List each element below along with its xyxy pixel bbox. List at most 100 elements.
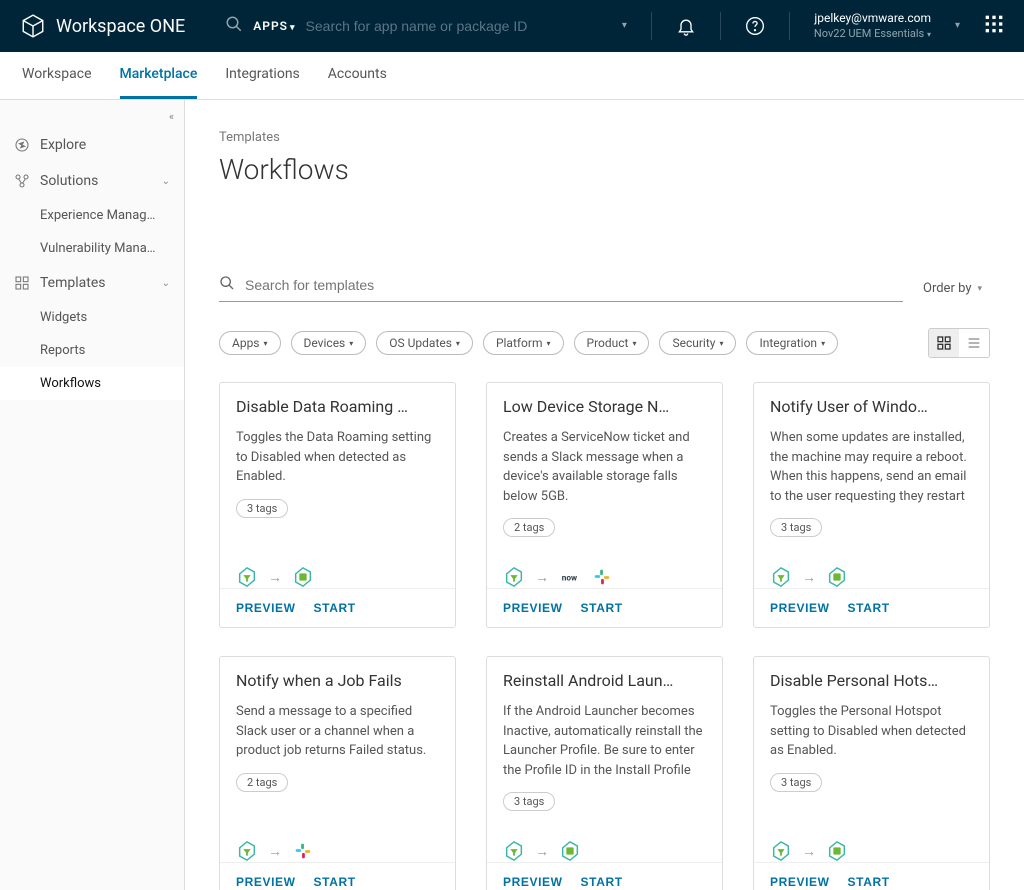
- filter-os-updates[interactable]: OS Updates▾: [376, 331, 473, 355]
- preview-button[interactable]: PREVIEW: [503, 875, 563, 889]
- preview-button[interactable]: PREVIEW: [770, 601, 830, 615]
- preview-button[interactable]: PREVIEW: [236, 601, 296, 615]
- filter-devices[interactable]: Devices▾: [291, 331, 367, 355]
- card-title: Disable Personal Hots…: [770, 671, 973, 690]
- tag-count[interactable]: 3 tags: [770, 773, 822, 792]
- preview-button[interactable]: PREVIEW: [503, 601, 563, 615]
- hexagon-action-icon: [559, 840, 581, 862]
- start-button[interactable]: START: [314, 601, 356, 615]
- preview-button[interactable]: PREVIEW: [236, 875, 296, 889]
- filter-security[interactable]: Security▾: [659, 331, 736, 355]
- grid-view-button[interactable]: [929, 329, 959, 357]
- page-title: Workflows: [219, 153, 990, 186]
- sidebar-item-reports[interactable]: Reports: [0, 334, 184, 367]
- sidebar-section-solutions[interactable]: Solutions⌄: [0, 163, 184, 199]
- hexagon-filter-icon: [503, 566, 525, 588]
- hexagon-filter-icon: [236, 566, 258, 588]
- user-menu[interactable]: jpelkey@vmware.com Nov22 UEM Essentials …: [814, 11, 931, 41]
- start-button[interactable]: START: [314, 875, 356, 889]
- sidebar-section-explore[interactable]: Explore: [0, 127, 184, 163]
- logo[interactable]: Workspace ONE: [20, 13, 185, 39]
- nav-tabs: Workspace Marketplace Integrations Accounts: [0, 52, 1024, 100]
- apps-grid-icon[interactable]: [984, 14, 1004, 38]
- topbar-right: ▾ jpelkey@vmware.com Nov22 UEM Essential…: [622, 11, 1004, 41]
- hexagon-filter-icon: [236, 840, 258, 862]
- preview-button[interactable]: PREVIEW: [770, 875, 830, 889]
- nav-tab-integrations[interactable]: Integrations: [225, 52, 299, 99]
- topbar: Workspace ONE APPS▾ ▾ jpelkey@vmware.com…: [0, 0, 1024, 52]
- view-toggle: [928, 328, 990, 358]
- workflow-card: Disable Personal Hots… Toggles the Person…: [753, 656, 990, 890]
- tag-count[interactable]: 2 tags: [503, 518, 555, 537]
- card-description: Creates a ServiceNow ticket and sends a …: [503, 428, 706, 506]
- user-tenant: Nov22 UEM Essentials ▾: [814, 27, 931, 41]
- sidebar-item-workflows[interactable]: Workflows: [0, 367, 184, 400]
- start-button[interactable]: START: [581, 875, 623, 889]
- sidebar-item-vulnerability-mana[interactable]: Vulnerability Mana…: [0, 232, 184, 265]
- help-icon[interactable]: [745, 16, 765, 36]
- slack-icon: [591, 566, 613, 588]
- collapse-icon[interactable]: «: [169, 110, 174, 123]
- user-email: jpelkey@vmware.com: [814, 11, 931, 27]
- filter-apps[interactable]: Apps▾: [219, 331, 281, 355]
- flow-icons: → now: [487, 556, 722, 588]
- start-button[interactable]: START: [848, 601, 890, 615]
- sidebar: « ExploreSolutions⌄Experience Manag…Vuln…: [0, 100, 185, 890]
- filter-platform[interactable]: Platform▾: [483, 331, 564, 355]
- hexagon-action-icon: [292, 566, 314, 588]
- tag-count[interactable]: 2 tags: [236, 773, 288, 792]
- template-search-input[interactable]: [245, 277, 903, 293]
- card-title: Notify when a Job Fails: [236, 671, 439, 690]
- workflow-card: Disable Data Roaming … Toggles the Data R…: [219, 382, 456, 628]
- nav-tab-marketplace[interactable]: Marketplace: [120, 52, 198, 99]
- divider: [651, 12, 652, 40]
- hexagon-filter-icon: [770, 840, 792, 862]
- workflow-card: Reinstall Android Laun…If the Android La…: [486, 656, 723, 890]
- arrow-icon: →: [535, 569, 549, 586]
- servicenow-icon: now: [559, 566, 581, 588]
- tag-count[interactable]: 3 tags: [770, 518, 822, 537]
- divider: [789, 12, 790, 40]
- chevron-down-icon[interactable]: ▾: [955, 20, 960, 31]
- workflow-card: Notify when a Job FailsSend a message to…: [219, 656, 456, 890]
- flow-icons: →: [754, 830, 989, 862]
- search-icon: [225, 15, 243, 37]
- top-search: APPS▾: [225, 15, 585, 37]
- start-button[interactable]: START: [848, 875, 890, 889]
- hexagon-action-icon: [826, 566, 848, 588]
- card-description: When some updates are installed, the mac…: [770, 428, 973, 506]
- tag-count[interactable]: 3 tags: [236, 499, 288, 518]
- nav-tab-accounts[interactable]: Accounts: [328, 52, 387, 99]
- app-name: Workspace ONE: [56, 16, 185, 37]
- card-description: Toggles the Personal Hotspot setting to …: [770, 702, 973, 761]
- flow-icons: →: [487, 830, 722, 862]
- card-title: Disable Data Roaming …: [236, 397, 439, 416]
- bell-icon[interactable]: [676, 16, 696, 36]
- chevron-down-icon[interactable]: ▾: [622, 20, 627, 31]
- list-view-button[interactable]: [959, 329, 989, 357]
- hexagon-filter-icon: [503, 840, 525, 862]
- svg-text:now: now: [562, 574, 577, 584]
- workflow-card: Low Device Storage N… Creates a ServiceNo…: [486, 382, 723, 628]
- order-by-select[interactable]: Order by▾: [915, 281, 990, 296]
- sidebar-section-templates[interactable]: Templates⌄: [0, 265, 184, 301]
- card-description: Toggles the Data Roaming setting to Disa…: [236, 428, 439, 487]
- arrow-icon: →: [802, 843, 816, 860]
- sidebar-item-widgets[interactable]: Widgets: [0, 301, 184, 334]
- flow-icons: →: [220, 556, 455, 588]
- search-scope-pill[interactable]: APPS▾: [253, 19, 295, 33]
- hexagon-filter-icon: [770, 566, 792, 588]
- search-icon: [219, 275, 235, 295]
- sidebar-item-experience-manag[interactable]: Experience Manag…: [0, 199, 184, 232]
- slack-icon: [292, 840, 314, 862]
- filter-integration[interactable]: Integration▾: [746, 331, 838, 355]
- flow-icons: →: [754, 556, 989, 588]
- arrow-icon: →: [535, 843, 549, 860]
- top-search-input[interactable]: [306, 18, 586, 34]
- nav-tab-workspace[interactable]: Workspace: [22, 52, 92, 99]
- start-button[interactable]: START: [581, 601, 623, 615]
- arrow-icon: →: [802, 569, 816, 586]
- filter-product[interactable]: Product▾: [574, 331, 650, 355]
- tag-count[interactable]: 3 tags: [503, 792, 555, 811]
- card-title: Low Device Storage N…: [503, 397, 706, 416]
